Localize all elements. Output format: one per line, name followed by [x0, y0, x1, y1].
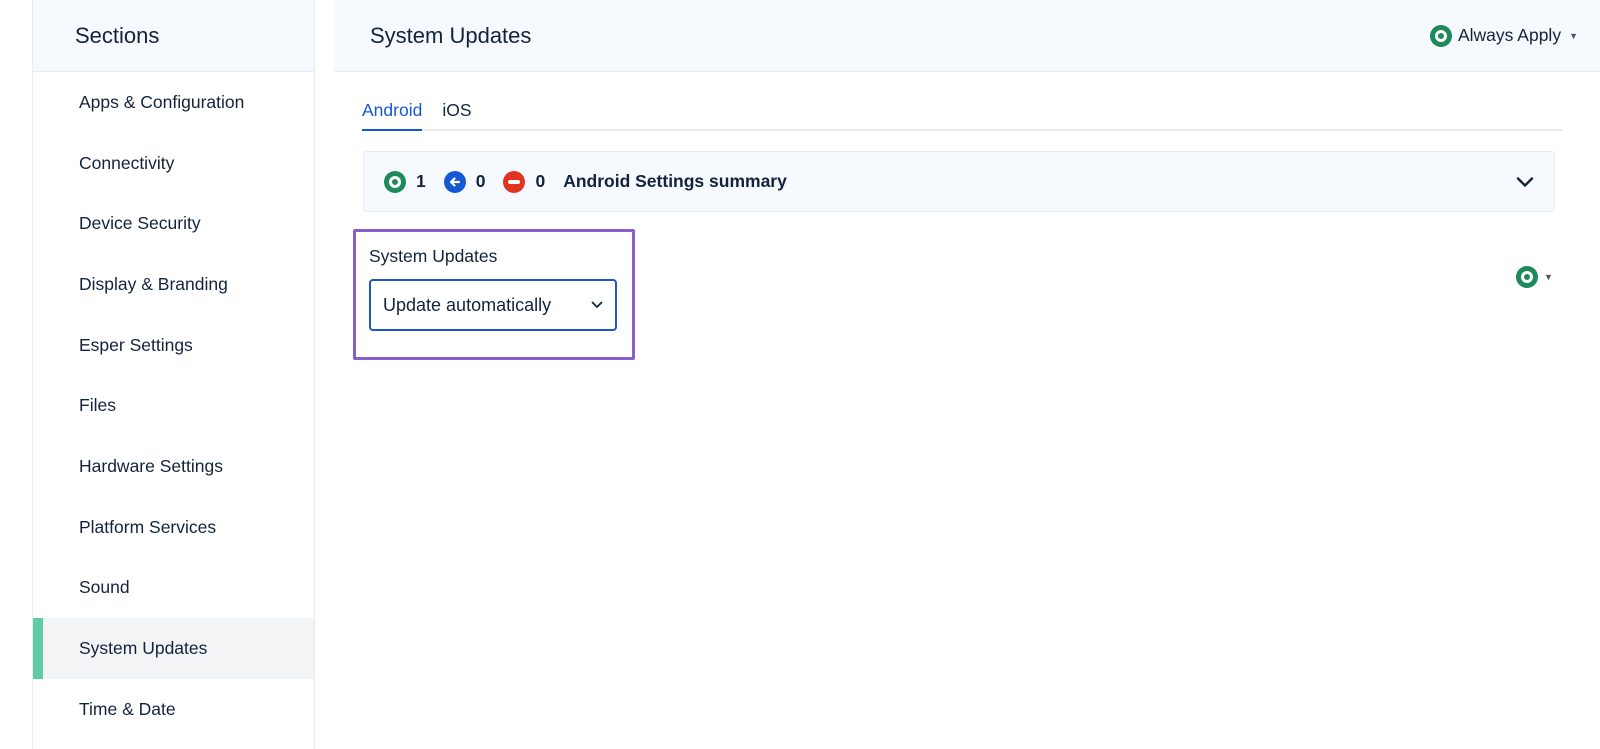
blocked-count-group: 0 [503, 170, 546, 193]
apply-mode-dropdown[interactable]: Always Apply ▼ [1429, 24, 1578, 47]
inherited-count-group: 0 [443, 170, 486, 193]
settings-summary-bar[interactable]: 1 0 0 Android Settings summary [363, 151, 1555, 212]
sidebar-item-system-updates[interactable]: System Updates [33, 618, 314, 679]
sidebar-item-label: Display & Branding [79, 273, 228, 294]
sidebar-item-files[interactable]: Files [33, 375, 314, 436]
sidebar-item-label: Esper Settings [79, 334, 193, 355]
apply-mode-label: Always Apply [1457, 25, 1562, 45]
arrow-left-icon [443, 170, 466, 193]
sidebar-item-label: Files [79, 395, 116, 416]
sidebar-item-label: Apps & Configuration [79, 91, 245, 112]
setting-label: System Updates [369, 246, 498, 266]
sidebar-item-label: Sound [79, 577, 130, 598]
sidebar-item-label: System Updates [79, 638, 208, 659]
sidebar-title: Sections [75, 22, 160, 48]
applied-count-group: 1 [384, 170, 426, 193]
sidebar-item-connectivity[interactable]: Connectivity [33, 133, 314, 194]
select-value: Update automatically [383, 294, 552, 315]
sidebar-item-apps-configuration[interactable]: Apps & Configuration [33, 72, 314, 133]
sidebar-item-label: Hardware Settings [79, 455, 223, 476]
sidebar-item-time-date[interactable]: Time & Date [33, 679, 314, 740]
sidebar-item-label: Time & Date [79, 698, 176, 719]
system-updates-setting: System Updates Update automatically [353, 229, 635, 360]
sidebar-item-label: Device Security [79, 213, 201, 234]
sidebar-list: Apps & Configuration Connectivity Device… [33, 72, 314, 740]
tab-android[interactable]: Android [362, 98, 423, 131]
green-ring-icon [1516, 266, 1538, 288]
caret-down-icon: ▼ [1544, 272, 1553, 282]
system-updates-select[interactable]: Update automatically [369, 279, 617, 331]
sidebar-item-esper-settings[interactable]: Esper Settings [33, 315, 314, 376]
main-header: System Updates Always Apply ▼ [334, 0, 1600, 72]
chevron-down-icon[interactable] [1516, 176, 1534, 188]
sidebar-item-hardware-settings[interactable]: Hardware Settings [33, 436, 314, 497]
page-title: System Updates [370, 22, 532, 48]
applied-count: 1 [416, 171, 426, 191]
summary-label: Android Settings summary [563, 171, 787, 191]
sidebar-item-sound[interactable]: Sound [33, 558, 314, 619]
sidebar-item-device-security[interactable]: Device Security [33, 193, 314, 254]
green-ring-icon [1429, 24, 1452, 47]
setting-apply-dropdown[interactable]: ▼ [1516, 266, 1553, 288]
sections-sidebar: Sections Apps & Configuration Connectivi… [32, 0, 315, 749]
sidebar-item-label: Platform Services [79, 516, 217, 537]
applied-icon [384, 170, 406, 193]
caret-down-icon: ▼ [1569, 30, 1578, 41]
app-window: Sections Apps & Configuration Connectivi… [0, 0, 1600, 749]
sidebar-item-platform-services[interactable]: Platform Services [33, 497, 314, 558]
sidebar-item-display-branding[interactable]: Display & Branding [33, 254, 314, 315]
sidebar-item-label: Connectivity [79, 152, 175, 173]
sidebar-header: Sections [33, 0, 314, 72]
tab-ios[interactable]: iOS [442, 98, 471, 131]
chevron-down-icon [591, 301, 603, 309]
inherited-count: 0 [475, 171, 486, 191]
minus-icon [503, 170, 526, 193]
blocked-count: 0 [535, 171, 546, 191]
main-panel: System Updates Always Apply ▼ Android iO… [334, 0, 1600, 749]
platform-tabs: Android iOS [362, 98, 1562, 131]
